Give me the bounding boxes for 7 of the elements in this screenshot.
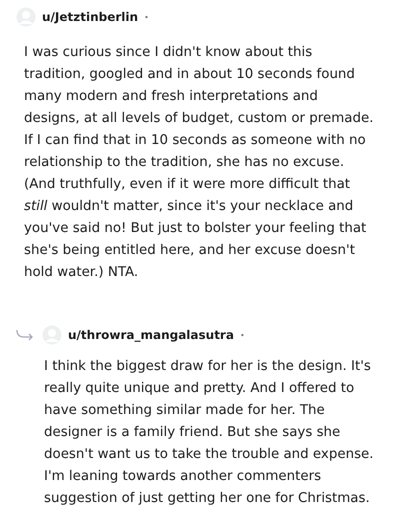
comment-text: I think the biggest draw for her is the design. It's really quite unique and pretty. And I offered to have something similar made for her. The designer is a family friend. But she says she doesn't want us to take the trouble and expense. I'm leaning towards another commenters suggestion of just getting her one for Christmas. — [44, 358, 375, 508]
username[interactable]: u/Jetztinberlin — [42, 10, 138, 24]
separator-dot: • — [240, 330, 245, 340]
separator-dot: • — [144, 12, 149, 22]
comment-text: I was curious since I didn't know about this tradition, googled and in about 10 seconds found many modern and fresh interpretations and designs, at all levels of budget, custom or premade. If I can find that in 10 seconds as someone with no relationship to the tradition, she has no excuse. (And truthfully, even if it were more difficult that still wouldn't matter, since it's your necklace and you've said no! But just to bolster your feeling that she's being entitled here, and her excuse doesn't hold water.) NTA. — [24, 44, 374, 282]
username[interactable]: u/throwra_mangalasutra — [68, 328, 234, 342]
reply-arrow-icon — [16, 329, 34, 341]
